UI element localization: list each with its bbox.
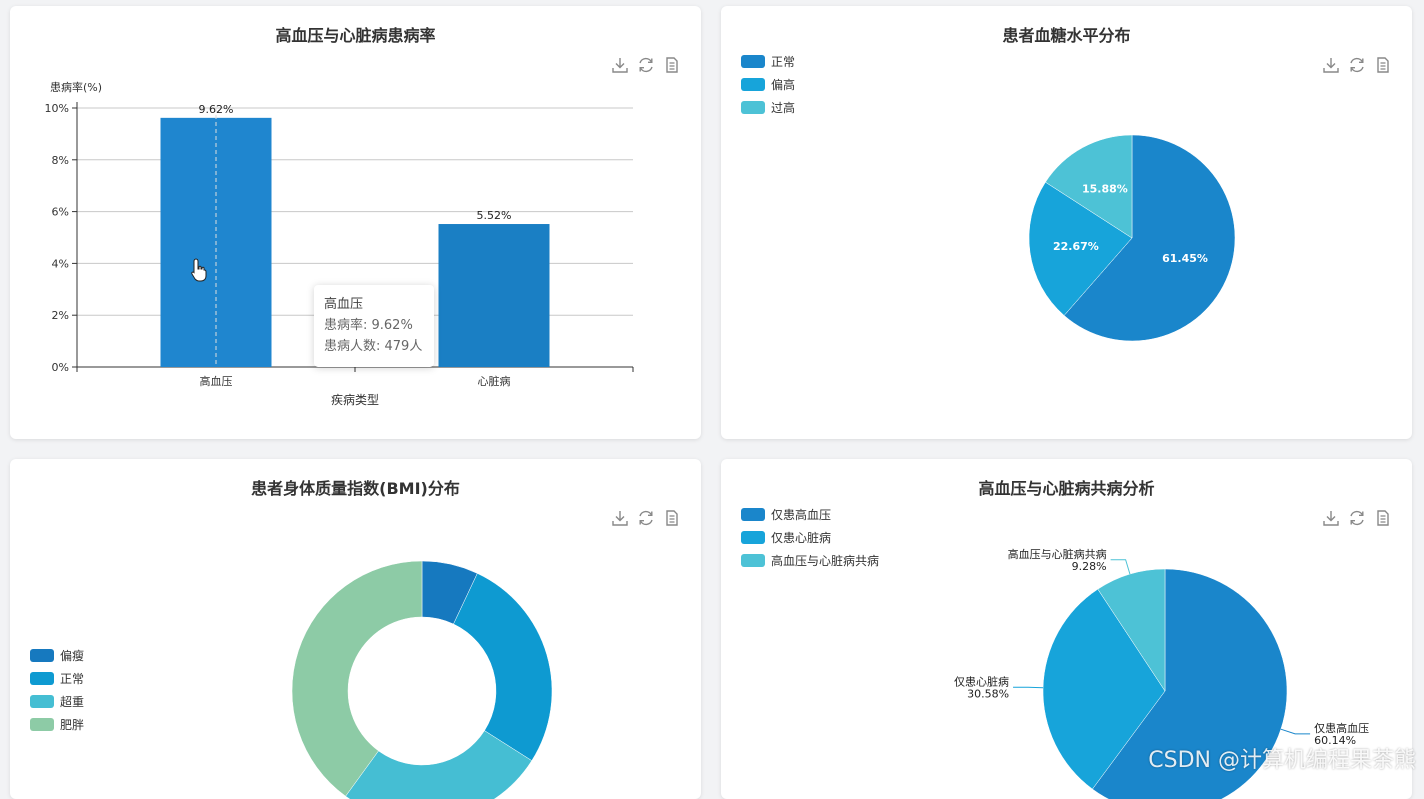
slice-value-label: 22.67% [1053,240,1099,253]
tooltip-count: 患病人数: 479人 [324,336,424,357]
tooltip-rate: 患病率: 9.62% [324,315,424,336]
bar[interactable] [439,224,550,367]
y-tick-label: 4% [52,257,69,270]
pie-chart[interactable]: 61.45% 22.67% 15.88% [721,6,1412,439]
slice-value-label: 9.28% [1072,560,1107,573]
slice-name-label: 仅患高血压 [1314,721,1369,735]
x-tick-label: 高血压 [200,374,233,388]
pie-slice[interactable] [454,573,552,760]
hand-cursor-icon [191,258,207,282]
slice-value-label: 15.88% [1082,182,1128,195]
pie-slice[interactable] [292,561,422,796]
bar-tooltip: 高血压 患病率: 9.62% 患病人数: 479人 [314,285,434,367]
label-leader-line [1111,560,1130,574]
y-tick-label: 10% [45,102,69,115]
label-leader-line [1281,729,1310,734]
chart-card-blood-sugar: 患者血糖水平分布 正常偏高过高 61.45%22.67%15.88% [721,6,1412,439]
slice-value-label: 61.45% [1162,252,1208,265]
y-tick-label: 8% [52,154,69,167]
tooltip-title: 高血压 [324,294,424,315]
y-tick-label: 6% [52,206,69,219]
y-axis-label: 患病率(%) [50,80,102,94]
slice-value-label: 30.58% [967,687,1009,700]
chart-card-disease-rate: 高血压与心脏病患病率 患病率(%) 疾病类型 0%2%4%6%8%10%9.62… [10,6,701,439]
watermark: CSDN @计算机编程果茶熊 [1148,742,1416,774]
donut-chart[interactable] [10,459,701,799]
bar-chart[interactable]: 患病率(%) 疾病类型 0%2%4%6%8%10%9.62%高血压5.52%心脏… [10,6,701,439]
bar-value-label: 5.52% [477,209,512,222]
y-tick-label: 0% [52,361,69,374]
chart-card-bmi: 患者身体质量指数(BMI)分布 偏瘦正常超重肥胖 [10,459,701,799]
x-tick-label: 心脏病 [478,374,511,388]
slice-name-label: 仅患心脏病 [954,674,1009,688]
y-tick-label: 2% [52,309,69,322]
x-axis-label: 疾病类型 [331,392,379,407]
slice-name-label: 高血压与心脏病共病 [1008,547,1107,561]
